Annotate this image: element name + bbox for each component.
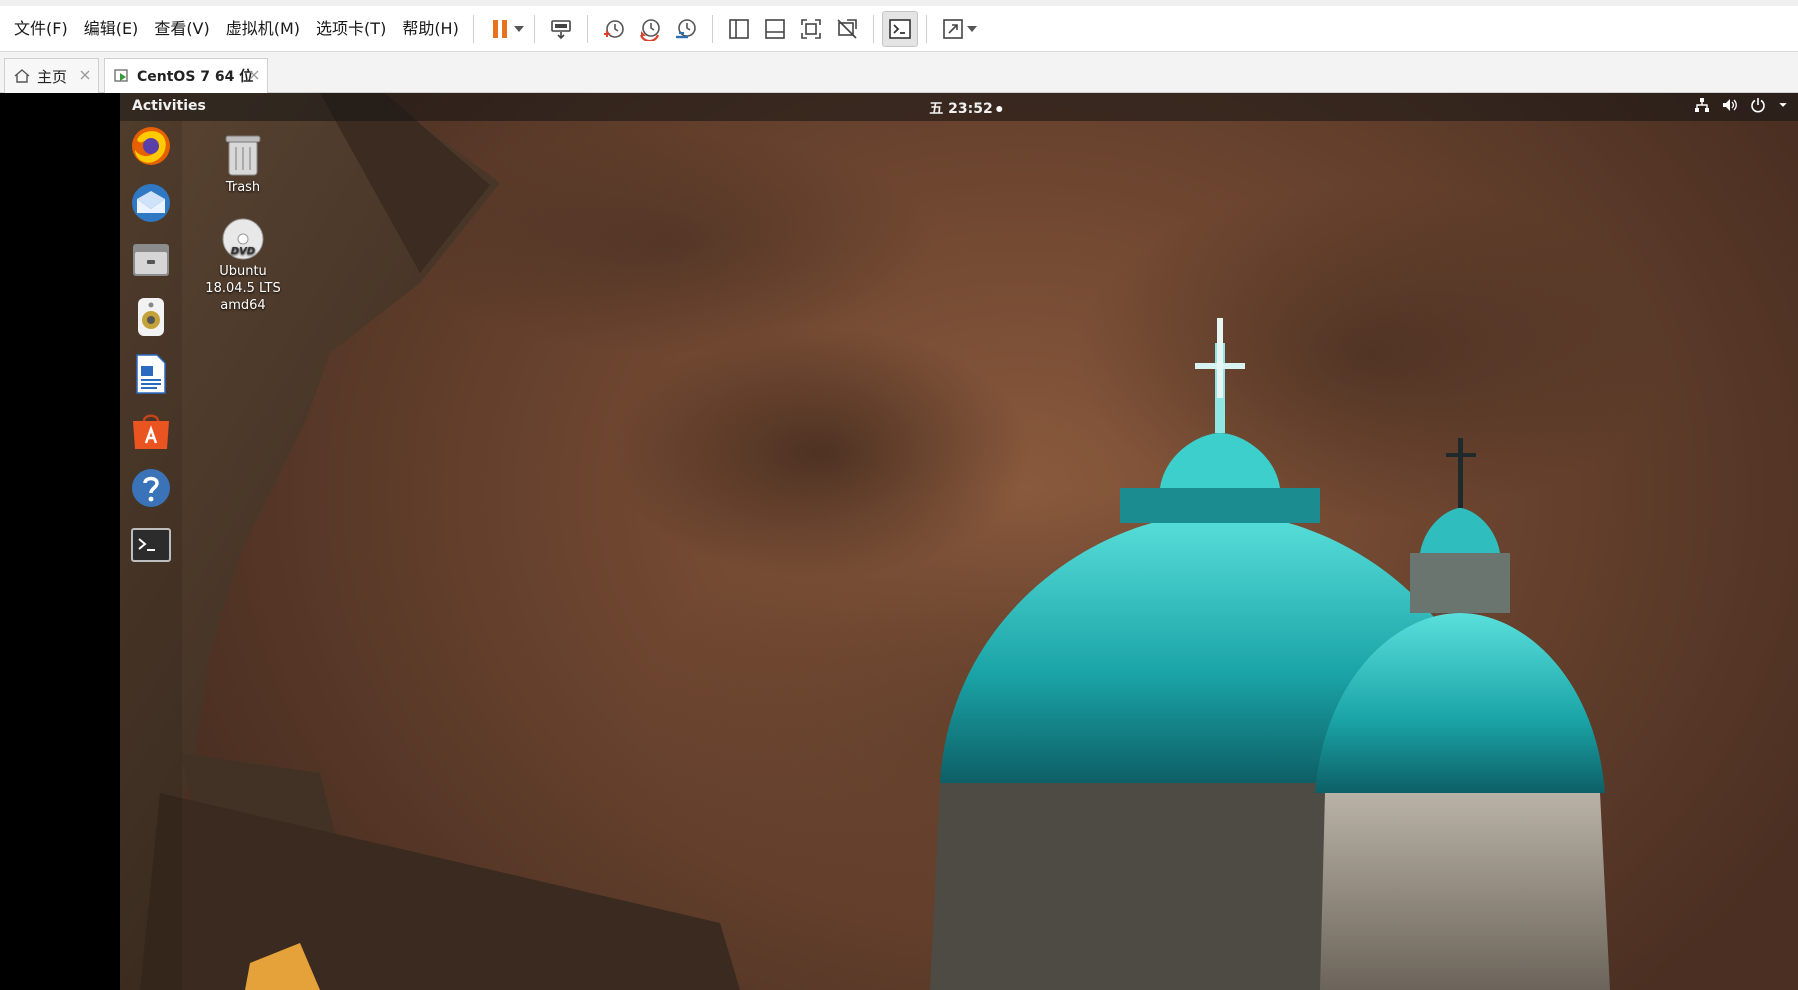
ubuntu-dock: [120, 121, 182, 990]
clock-button[interactable]: 五 23:52: [929, 98, 1003, 118]
libreoffice-writer-icon: [136, 354, 166, 394]
snapshot-manager-icon: [675, 18, 696, 38]
dock-software-center[interactable]: [128, 408, 174, 454]
menu-view[interactable]: 查看(V): [146, 7, 217, 51]
toolbar-separator: [533, 14, 535, 43]
dock-terminal[interactable]: [128, 522, 174, 568]
chevron-down-icon: [1779, 103, 1787, 107]
unity-button[interactable]: [829, 11, 865, 47]
menu-vm[interactable]: 虚拟机(M): [218, 7, 308, 51]
network-icon: [1695, 98, 1709, 112]
dvd-icon: DVD: [222, 218, 264, 260]
wallpaper: [120, 93, 1610, 990]
pause-dropdown-button[interactable]: [512, 11, 526, 47]
firefox-icon: [132, 127, 170, 165]
ubuntu-desktop[interactable]: Activities 五 23:52 Trash DVD Ubuntu 18.0…: [120, 93, 1798, 990]
close-icon[interactable]: [78, 68, 92, 82]
tab-home[interactable]: 主页: [4, 58, 99, 93]
chevron-down-icon: [513, 25, 524, 32]
tab-centos-vm-label: CentOS 7 64 位: [137, 69, 254, 85]
guest-display[interactable]: Activities 五 23:52 Trash DVD Ubuntu 18.0…: [0, 93, 1798, 990]
fullscreen-dropdown-button[interactable]: [965, 11, 979, 47]
menu-edit[interactable]: 编辑(E): [76, 7, 147, 51]
menu-tabs[interactable]: 选项卡(T): [308, 7, 394, 51]
snapshot-manager-button[interactable]: [668, 11, 704, 47]
notification-dot: [996, 106, 1003, 112]
software-center-icon: [133, 414, 169, 449]
revert-snapshot-button[interactable]: [632, 11, 668, 47]
dvd-label-line-2: 18.04.5 LTS: [205, 281, 281, 296]
dock-rhythmbox[interactable]: [128, 294, 174, 340]
dvd-label-line-3: amd64: [220, 298, 266, 313]
send-ctrl-alt-del-button[interactable]: [543, 11, 579, 47]
fullscreen-icon: [943, 18, 963, 39]
home-icon: [14, 69, 30, 83]
toolbar-separator: [711, 14, 713, 43]
revert-snapshot-icon: [639, 18, 660, 41]
toolbar-separator: [925, 14, 927, 43]
dock-libreoffice-writer[interactable]: [128, 351, 174, 397]
desktop-icon-dvd[interactable]: DVD Ubuntu 18.04.5 LTS amd64: [200, 217, 286, 314]
thumbnail-bar-icon: [765, 18, 785, 39]
chevron-down-icon: [966, 25, 977, 32]
dock-thunderbird[interactable]: [128, 180, 174, 226]
thumbnail-bar-button[interactable]: [757, 11, 793, 47]
clock-label: 五 23:52: [929, 101, 993, 117]
volume-icon: [1723, 99, 1737, 111]
dock-firefox[interactable]: [128, 123, 174, 169]
fit-guest-icon: [801, 18, 821, 39]
snapshot-icon: [603, 19, 624, 38]
power-icon: [1751, 98, 1765, 113]
menu-file[interactable]: 文件(F): [6, 7, 76, 51]
activities-button[interactable]: Activities: [132, 98, 206, 114]
rhythmbox-icon: [138, 298, 164, 336]
files-icon: [133, 244, 169, 276]
fit-guest-button[interactable]: [793, 11, 829, 47]
pause-icon: [492, 19, 507, 38]
toolbar-separator: [586, 14, 588, 43]
library-icon: [729, 18, 749, 39]
dvd-label-line-1: Ubuntu: [219, 264, 267, 279]
desktop-icon-trash[interactable]: Trash: [200, 131, 286, 196]
toolbar-separator: [872, 14, 874, 43]
menu-help[interactable]: 帮助(H): [394, 7, 467, 51]
tab-centos-vm[interactable]: CentOS 7 64 位: [104, 58, 268, 93]
trash-label: Trash: [225, 180, 261, 195]
show-library-button[interactable]: [721, 11, 757, 47]
close-icon[interactable]: [247, 68, 261, 82]
tab-strip: 主页 CentOS 7 64 位: [0, 52, 1798, 93]
gnome-top-bar: Activities 五 23:52: [120, 93, 1798, 121]
vmware-menubar: 文件(F) 编辑(E) 查看(V) 虚拟机(M) 选项卡(T) 帮助(H): [0, 0, 1798, 52]
svg-text:DVD: DVD: [231, 246, 255, 257]
dock-files[interactable]: [128, 237, 174, 283]
trash-icon: [225, 135, 261, 176]
thunderbird-icon: [132, 184, 170, 222]
console-view-button[interactable]: [881, 10, 918, 47]
unity-off-icon: [837, 18, 857, 39]
vm-running-icon: [114, 69, 128, 82]
console-view-icon: [889, 18, 911, 39]
help-icon: [132, 469, 170, 507]
tab-home-label: 主页: [37, 67, 68, 86]
take-snapshot-button[interactable]: [596, 11, 632, 47]
toolbar-separator: [472, 14, 474, 43]
send-ctrl-alt-del-icon: [551, 19, 571, 39]
system-tray[interactable]: [1694, 97, 1788, 113]
terminal-icon: [131, 528, 171, 562]
dock-help[interactable]: [128, 465, 174, 511]
